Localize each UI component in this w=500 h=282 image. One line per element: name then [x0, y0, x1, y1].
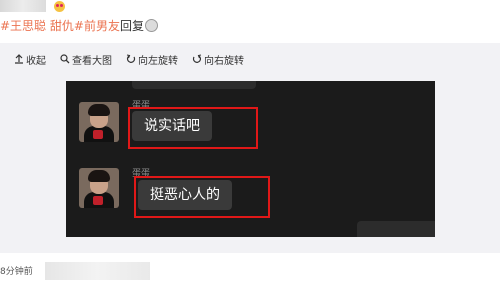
avatar	[79, 168, 119, 208]
image-toolbar: 收起 查看大图 向左旋转 向右旋转	[14, 52, 244, 67]
view-large-button[interactable]: 查看大图	[60, 52, 112, 67]
hashtag-link[interactable]: #王思聪	[0, 19, 46, 33]
source-blurred	[45, 262, 150, 280]
rotate-right-button[interactable]: 向右旋转	[192, 52, 244, 67]
mention-link[interactable]: 甜仇	[50, 19, 74, 33]
collapse-icon	[15, 54, 23, 64]
highlight-box	[134, 176, 270, 218]
rotate-left-button[interactable]: 向左旋转	[126, 52, 178, 67]
post-text: #王思聪 甜仇#前男友回复	[0, 18, 158, 34]
face-emoji-icon	[144, 19, 158, 32]
post-text-suffix: 回复	[119, 19, 144, 33]
search-icon	[60, 54, 70, 64]
chat-screenshot-image[interactable]: 蛋蛋 说实话吧 蛋蛋 挺恶心人的	[66, 81, 435, 237]
collapse-label: 收起	[26, 55, 46, 67]
post-timestamp: 8分钟前	[0, 267, 33, 277]
partial-message-bubble	[132, 81, 256, 89]
rotate-right-label: 向右旋转	[204, 55, 244, 67]
view-large-label: 查看大图	[72, 55, 112, 67]
author-name-blurred	[0, 0, 46, 12]
image-viewer-panel: 收起 查看大图 向左旋转 向右旋转 蛋蛋 说实话吧 蛋蛋 挺恶心人的	[0, 43, 500, 253]
highlight-box	[128, 107, 258, 149]
hashtag-link[interactable]: #前男友	[74, 19, 120, 33]
partial-message-bubble	[357, 221, 435, 237]
rotate-right-icon	[192, 54, 202, 63]
avatar	[79, 102, 119, 142]
rotate-left-label: 向左旋转	[138, 55, 178, 67]
rotate-left-icon	[126, 54, 136, 63]
collapse-button[interactable]: 收起	[14, 52, 46, 67]
heart-eyes-emoji-icon	[54, 1, 65, 12]
